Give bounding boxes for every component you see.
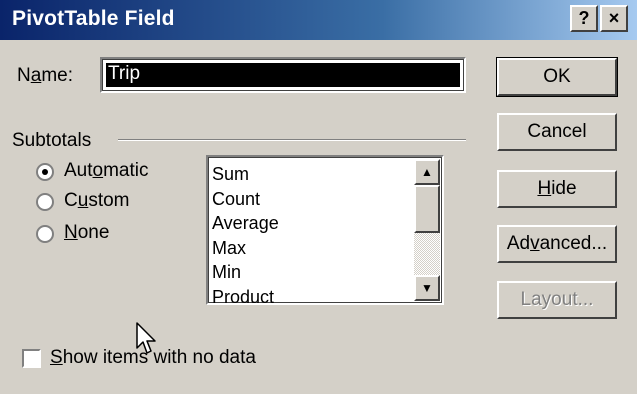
close-icon: × <box>608 8 620 28</box>
name-field-value: Trip <box>106 63 460 87</box>
advanced-button[interactable]: Advanced... <box>497 225 617 263</box>
pivottable-field-dialog: PivotTable Field ? × Name: Trip OK Cance… <box>0 0 637 394</box>
vertical-scrollbar[interactable]: ▲ ▼ <box>414 159 440 301</box>
list-item[interactable]: Average <box>212 211 279 236</box>
radio-selected-icon <box>42 169 48 175</box>
radio-button[interactable] <box>36 163 54 181</box>
radio-label-custom: Custom <box>64 190 130 211</box>
list-item[interactable]: Product <box>212 285 279 304</box>
scroll-thumb[interactable] <box>414 185 440 233</box>
list-item[interactable]: Sum <box>212 162 279 187</box>
hide-button[interactable]: Hide <box>497 170 617 208</box>
show-items-no-data-checkbox[interactable] <box>22 349 41 368</box>
help-button[interactable]: ? <box>570 5 598 32</box>
cancel-button[interactable]: Cancel <box>497 113 617 151</box>
list-item[interactable]: Count <box>212 187 279 212</box>
ok-button[interactable]: OK <box>496 57 618 97</box>
mouse-pointer-icon <box>136 322 156 354</box>
name-field[interactable]: Trip <box>100 57 466 93</box>
window-title: PivotTable Field <box>12 7 175 30</box>
subtotals-label: Subtotals <box>12 130 92 151</box>
name-label: Name: <box>17 65 73 86</box>
layout-button: Layout... <box>497 281 617 319</box>
subtotal-functions-listbox[interactable]: Sum Count Average Max Min Product ▲ ▼ <box>206 155 444 305</box>
help-icon: ? <box>578 8 590 28</box>
radio-button[interactable] <box>36 193 54 211</box>
subtotals-separator <box>118 139 466 141</box>
title-bar[interactable]: PivotTable Field ? × <box>0 0 637 40</box>
close-button[interactable]: × <box>600 5 628 32</box>
arrow-down-icon: ▼ <box>421 281 433 295</box>
arrow-up-icon: ▲ <box>421 165 433 179</box>
radio-button[interactable] <box>36 225 54 243</box>
radio-label-automatic: Automatic <box>64 160 149 181</box>
function-list: Sum Count Average Max Min Product <box>212 162 279 304</box>
scroll-up-button[interactable]: ▲ <box>414 159 440 185</box>
list-item[interactable]: Max <box>212 236 279 261</box>
scroll-down-button[interactable]: ▼ <box>414 275 440 301</box>
radio-label-none: None <box>64 222 110 243</box>
list-item[interactable]: Min <box>212 260 279 285</box>
